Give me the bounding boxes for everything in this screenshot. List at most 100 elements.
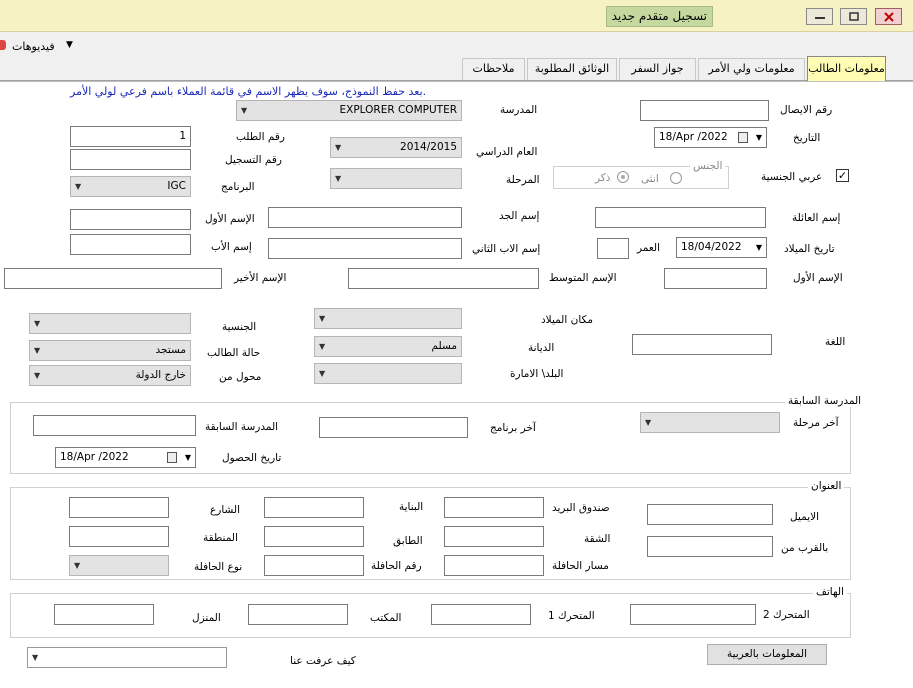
transferred-from-label: محول من [219, 371, 262, 383]
restore-button[interactable] [840, 8, 867, 25]
calendar-icon [738, 132, 748, 143]
nearby-input[interactable] [647, 536, 773, 557]
menu-bar [0, 32, 913, 58]
how-know-select[interactable]: ▼ [27, 647, 227, 668]
area-input[interactable] [69, 526, 169, 547]
last-stage-select[interactable]: ▼ [640, 412, 780, 433]
tab-guardian-info[interactable]: معلومات ولي الأمر [698, 58, 805, 80]
email-input[interactable] [647, 504, 773, 525]
religion-label: الديانة [528, 342, 555, 354]
floor-input[interactable] [264, 526, 364, 547]
home-input[interactable] [54, 604, 154, 625]
bus-type-label: نوع الحافلة [194, 561, 243, 573]
mobile1-label: المتحرك 1 [548, 610, 595, 622]
grandfather-name-label: إسم الجد [499, 210, 540, 222]
close-button[interactable] [875, 8, 902, 25]
home-label: المنزل [192, 612, 221, 624]
bus-no-label: رقم الحافلة [371, 560, 422, 572]
street-input[interactable] [69, 497, 169, 518]
chevron-down-icon[interactable]: ▼ [66, 40, 73, 50]
nationality-select[interactable]: ▼ [29, 313, 191, 334]
female-label: انثى [641, 173, 659, 185]
area-label: المنطقة [203, 532, 238, 544]
last-name-input[interactable] [4, 268, 222, 289]
tab-passport[interactable]: جواز السفر [619, 58, 696, 80]
first-name-label: الإسم الأول [793, 272, 843, 284]
window-title: تسجيل متقدم جديد [605, 6, 713, 27]
school-select[interactable]: ▼ EXPLORER COMPUTER [236, 100, 462, 121]
male-label: ذكر [595, 172, 611, 184]
first-name-ar-input[interactable] [70, 209, 191, 230]
religion-select[interactable]: ▼ مسلم [314, 336, 462, 357]
student-status-select[interactable]: ▼ مستجد [29, 340, 191, 361]
nationality-label: الجنسية [222, 321, 257, 333]
obtained-date-picker[interactable]: 18/Apr /2022 ▼ [55, 447, 196, 468]
floor-label: الطابق [393, 535, 423, 547]
mobile2-input[interactable] [630, 604, 756, 625]
bus-route-label: مسار الحافلة [552, 560, 609, 572]
birth-date-picker[interactable]: 18/04/2022 ▼ [676, 237, 767, 258]
restore-icon [848, 12, 859, 21]
bus-type-select[interactable]: ▼ [69, 555, 169, 576]
stage-select[interactable]: ▼ [330, 168, 462, 189]
tab-required-docs[interactable]: الوثائق المطلوبة [527, 58, 617, 80]
arab-nationality-checkbox[interactable]: ✓ [836, 169, 849, 182]
school-label: المدرسة [500, 104, 538, 116]
date-label: التاريخ [793, 132, 821, 144]
country-emirate-select[interactable]: ▼ [314, 363, 462, 384]
second-father-name-label: إسم الاب الثاني [472, 243, 541, 255]
last-program-input[interactable] [319, 417, 468, 438]
bus-no-input[interactable] [264, 555, 364, 576]
apartment-input[interactable] [444, 526, 544, 547]
apartment-label: الشقة [584, 533, 611, 545]
arabic-info-button[interactable]: المعلومات بالعربية [707, 644, 827, 665]
birth-place-select[interactable]: ▼ [314, 308, 462, 329]
first-name-ar-label: الإسم الأول [205, 213, 255, 225]
registration-no-input[interactable] [70, 149, 191, 170]
tab-student-info[interactable]: معلومات الطالب [807, 56, 886, 81]
po-box-input[interactable] [444, 497, 544, 518]
second-father-name-input[interactable] [268, 238, 462, 259]
previous-school-input[interactable] [33, 415, 196, 436]
tab-notes[interactable]: ملاحظات [462, 58, 525, 80]
last-program-label: آخر برنامج [490, 422, 536, 434]
language-input[interactable] [632, 334, 772, 355]
mobile1-input[interactable] [431, 604, 531, 625]
bus-route-input[interactable] [444, 555, 544, 576]
stage-label: المرحلة [506, 174, 540, 186]
family-name-input[interactable] [595, 207, 766, 228]
age-label: العمر [637, 242, 661, 254]
birth-date-label: تاريخ الميلاد [784, 243, 835, 255]
grandfather-name-input[interactable] [268, 207, 462, 228]
female-radio[interactable] [670, 172, 682, 184]
date-picker[interactable]: 18/Apr /2022 ▼ [654, 127, 767, 148]
family-name-label: إسم العائلة [792, 212, 841, 224]
email-label: الايميل [790, 511, 820, 523]
office-input[interactable] [248, 604, 348, 625]
male-radio[interactable] [617, 171, 629, 183]
videos-menu[interactable]: فيديوهات [12, 40, 55, 53]
arab-nationality-label: عربي الجنسية [761, 171, 823, 183]
receipt-no-input[interactable] [640, 100, 769, 121]
last-stage-label: آخر مرحلة [793, 417, 839, 429]
age-input[interactable] [597, 238, 629, 259]
building-input[interactable] [264, 497, 364, 518]
language-label: اللغة [825, 336, 846, 348]
last-name-label: الإسم الأخير [234, 272, 287, 284]
program-label: البرنامج [221, 181, 255, 193]
po-box-label: صندوق البريد [552, 502, 610, 514]
father-name-input[interactable] [70, 234, 191, 255]
first-name-input[interactable] [664, 268, 767, 289]
title-bar [0, 0, 913, 32]
program-select[interactable]: ▼ IGC [70, 176, 191, 197]
transferred-from-select[interactable]: ▼ خارج الدولة [29, 365, 191, 386]
gender-label: الجنس [690, 160, 726, 172]
minimize-button[interactable] [806, 8, 833, 25]
middle-name-input[interactable] [348, 268, 539, 289]
how-know-label: كيف عرفت عنا [290, 655, 356, 667]
request-no-input[interactable]: 1 [70, 126, 191, 147]
request-no-label: رقم الطلب [236, 131, 285, 143]
academic-year-select[interactable]: ▼ 2014/2015 [330, 137, 462, 158]
save-notice: بعد حفظ النموذج، سوف يظهر الاسم في قائمة… [70, 85, 427, 98]
previous-school-group-title: المدرسة السابقة [785, 395, 865, 407]
